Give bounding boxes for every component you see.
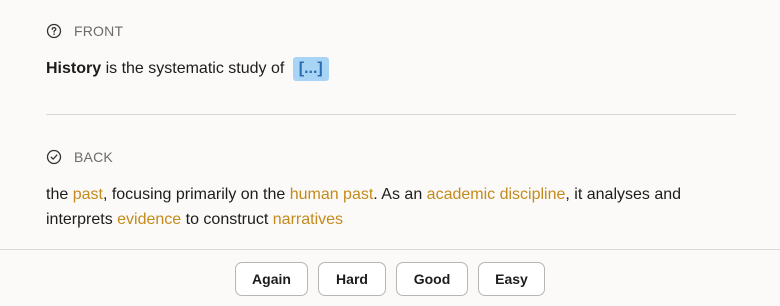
highlight-term: human past — [289, 186, 374, 203]
check-circle-icon — [46, 149, 62, 165]
highlight-term: evidence — [117, 211, 182, 228]
easy-button[interactable]: Easy — [478, 262, 545, 296]
front-text: History is the systematic study of [...] — [46, 57, 329, 81]
divider — [46, 114, 736, 115]
cloze-deletion[interactable]: [...] — [292, 57, 329, 81]
again-button[interactable]: Again — [235, 262, 308, 296]
hard-button[interactable]: Hard — [318, 262, 386, 296]
highlight-term: narratives — [272, 211, 344, 228]
highlight-term: academic discipline — [426, 186, 566, 203]
good-button[interactable]: Good — [396, 262, 468, 296]
front-header: FRONT — [46, 21, 123, 41]
back-label: BACK — [74, 149, 113, 165]
flashcard: FRONT History is the systematic study of… — [46, 0, 736, 249]
front-label: FRONT — [74, 23, 124, 39]
back-segment: the — [46, 186, 73, 203]
back-segment: to construct — [181, 211, 273, 228]
front-term: History — [46, 60, 102, 77]
answer-buttons: Again Hard Good Easy — [0, 262, 780, 296]
back-text: the past, focusing primarily on the huma… — [46, 182, 726, 232]
back-header: BACK — [46, 147, 113, 167]
help-circle-icon — [46, 23, 62, 39]
back-segment: , focusing primarily on the — [102, 186, 290, 203]
back-segment: . As an — [373, 186, 427, 203]
highlight-term: past — [72, 186, 103, 203]
front-sentence: is the systematic study of — [101, 60, 285, 77]
